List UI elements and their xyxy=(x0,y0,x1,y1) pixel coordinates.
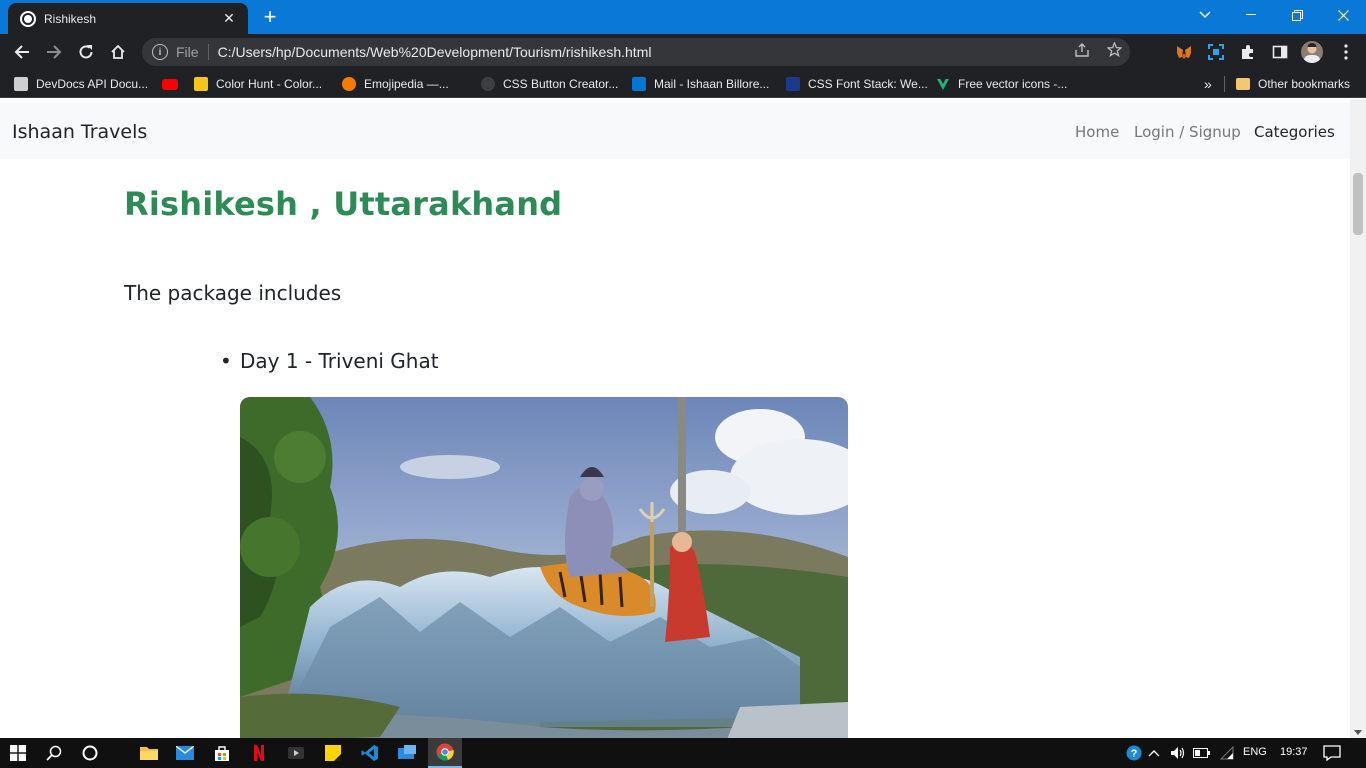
bookmark-devdocs[interactable]: DevDocs API Docu... xyxy=(14,76,148,92)
bookmark-label: Free vector icons -... xyxy=(958,77,1068,91)
bookmark-label: Color Hunt - Color... xyxy=(216,77,323,91)
bookmark-star-icon[interactable] xyxy=(1098,41,1130,62)
address-scheme-label: File xyxy=(176,44,199,60)
bookmark-label: Mail - Ishaan Billore... xyxy=(654,77,770,91)
back-icon[interactable] xyxy=(10,40,34,64)
day-item-label: Day 1 - Triveni Ghat xyxy=(240,349,439,373)
address-divider xyxy=(207,44,209,60)
bookmarks-overflow-button[interactable]: » xyxy=(1204,76,1212,92)
forward-icon[interactable] xyxy=(42,40,66,64)
vscode-icon[interactable] xyxy=(360,743,380,763)
tab-close-button[interactable]: ✕ xyxy=(220,10,238,27)
chevron-up-icon[interactable] xyxy=(1144,743,1164,763)
bookmark-free-vector-icons[interactable]: Free vector icons -... xyxy=(936,76,1067,92)
folder-icon xyxy=(1236,78,1250,90)
emojipedia-icon xyxy=(342,77,356,91)
nav-login-signup[interactable]: Login / Signup xyxy=(1134,123,1241,141)
media-app-icon[interactable] xyxy=(286,743,306,763)
page-scrollbar[interactable] xyxy=(1350,99,1366,738)
file-explorer-icon[interactable] xyxy=(138,743,160,763)
minimize-icon[interactable] xyxy=(1228,0,1274,30)
reload-icon[interactable] xyxy=(74,40,98,64)
cortana-icon[interactable] xyxy=(80,743,100,763)
chrome-taskbar-icon[interactable] xyxy=(428,738,462,768)
system-clock[interactable]: 19:37 xyxy=(1280,746,1308,758)
youtube-icon xyxy=(162,78,178,90)
bookmark-outlook-mail[interactable]: Mail - Ishaan Billore... xyxy=(632,76,769,92)
nav-home[interactable]: Home xyxy=(1075,123,1119,141)
nav-categories[interactable]: Categories xyxy=(1254,123,1335,141)
address-url[interactable]: C:/Users/hp/Documents/Web%20Development/… xyxy=(218,44,1066,60)
remote-desktop-icon[interactable] xyxy=(397,743,417,763)
new-tab-button[interactable]: + xyxy=(258,6,282,30)
bookmarks-divider xyxy=(1224,76,1225,92)
sticky-notes-icon[interactable] xyxy=(323,743,343,763)
scroll-down-arrow-icon[interactable] xyxy=(1354,730,1362,735)
bookmarks-bar: DevDocs API Docu... Color Hunt - Color..… xyxy=(0,70,1366,98)
devdocs-icon xyxy=(14,77,28,91)
share-icon[interactable] xyxy=(1066,42,1098,62)
bookmark-css-font-stack[interactable]: CSS Font Stack: We... xyxy=(786,76,928,92)
side-panel-icon[interactable] xyxy=(1272,44,1288,60)
restore-icon[interactable] xyxy=(1274,0,1320,30)
browser-tab-strip: Rishikesh ✕ + xyxy=(0,0,1366,34)
bookmark-label: DevDocs API Docu... xyxy=(36,77,149,91)
site-navbar: Ishaan Travels Home Login / Signup Categ… xyxy=(0,103,1350,159)
page-title: Rishikesh , Uttarakhand xyxy=(124,185,563,223)
browser-menu-icon[interactable] xyxy=(1334,40,1358,64)
color-hunt-icon xyxy=(194,77,208,91)
globe-icon xyxy=(20,10,36,27)
svg-text:?: ? xyxy=(1131,748,1138,760)
address-bar[interactable]: i File C:/Users/hp/Documents/Web%20Devel… xyxy=(142,38,1130,66)
volume-icon[interactable] xyxy=(1168,743,1188,763)
metamask-icon[interactable] xyxy=(1176,44,1192,60)
shiva-statue-image xyxy=(240,397,848,738)
bookmark-css-button-creator[interactable]: CSS Button Creator... xyxy=(481,76,618,92)
close-window-icon[interactable] xyxy=(1320,0,1366,30)
bookmark-label: Other bookmarks xyxy=(1258,77,1351,91)
browser-toolbar: i File C:/Users/hp/Documents/Web%20Devel… xyxy=(0,34,1366,70)
search-icon[interactable] xyxy=(44,743,64,763)
other-bookmarks-folder[interactable]: Other bookmarks xyxy=(1236,76,1350,92)
gear-icon xyxy=(481,77,495,91)
vector-icon xyxy=(936,77,950,91)
bookmark-emojipedia[interactable]: Emojipedia —... xyxy=(342,76,449,92)
home-icon[interactable] xyxy=(106,40,130,64)
profile-avatar[interactable] xyxy=(1301,41,1323,63)
scrollbar-thumb[interactable] xyxy=(1353,173,1363,235)
battery-icon[interactable] xyxy=(1192,743,1212,763)
font-stack-icon xyxy=(786,77,800,91)
wifi-icon[interactable] xyxy=(1216,743,1236,763)
triveni-ghat-photo xyxy=(240,397,848,738)
bookmark-label: CSS Button Creator... xyxy=(503,77,619,91)
help-icon[interactable]: ? xyxy=(1124,743,1144,763)
notification-center-icon[interactable] xyxy=(1322,743,1342,763)
language-indicator[interactable]: ENG xyxy=(1243,746,1267,758)
screenshot-extension-icon[interactable] xyxy=(1208,44,1224,60)
bookmark-label: CSS Font Stack: We... xyxy=(808,77,928,91)
browser-tab[interactable]: Rishikesh ✕ xyxy=(8,3,248,34)
netflix-icon[interactable] xyxy=(249,743,269,763)
extensions-puzzle-icon[interactable] xyxy=(1240,44,1256,60)
bookmark-youtube[interactable] xyxy=(162,76,178,92)
tab-search-icon[interactable] xyxy=(1182,0,1228,30)
tab-title: Rishikesh xyxy=(44,11,97,26)
mail-icon[interactable] xyxy=(175,743,195,763)
windows-start-icon[interactable] xyxy=(8,743,28,763)
store-icon[interactable] xyxy=(212,743,232,763)
windows-taskbar: ? ENG 19:37 xyxy=(0,738,1366,768)
package-intro: The package includes xyxy=(124,281,342,305)
list-bullet: • xyxy=(220,349,232,373)
bookmark-label: Emojipedia —... xyxy=(364,77,449,91)
page-viewport: Ishaan Travels Home Login / Signup Categ… xyxy=(0,99,1350,738)
site-brand[interactable]: Ishaan Travels xyxy=(12,121,147,143)
outlook-icon xyxy=(632,77,646,91)
info-icon[interactable]: i xyxy=(152,44,168,60)
bookmark-color-hunt[interactable]: Color Hunt - Color... xyxy=(194,76,322,92)
